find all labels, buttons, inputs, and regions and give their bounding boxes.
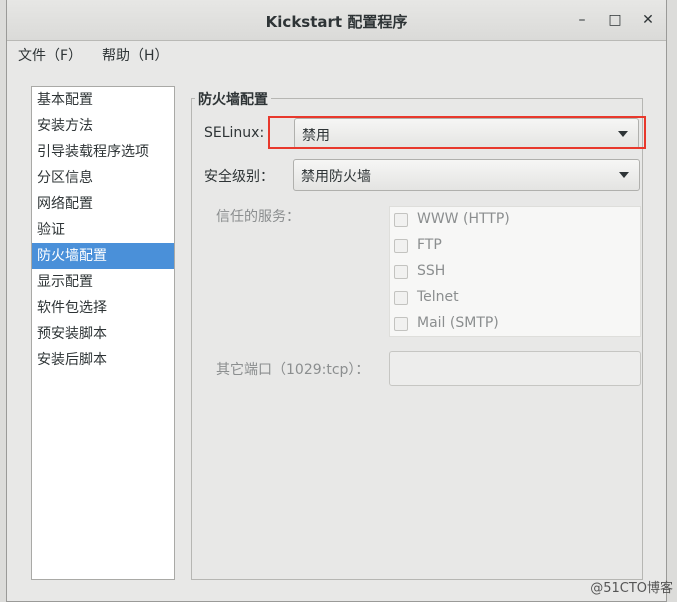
category-list: 基本配置 安装方法 引导装载程序选项 分区信息 网络配置 验证 防火墙配置 显示… [31,86,175,580]
nav-package-selection[interactable]: 软件包选择 [32,295,174,321]
service-label: FTP [417,237,442,253]
nav-install-method[interactable]: 安装方法 [32,113,174,139]
service-ftp[interactable]: FTP [390,234,640,260]
checkbox[interactable] [394,291,408,305]
window-title: Kickstart 配置程序 [265,13,408,31]
title-bar[interactable]: Kickstart 配置程序 – □ ✕ [7,0,666,41]
close-button[interactable]: ✕ [638,10,658,30]
nav-bootloader-options[interactable]: 引导装载程序选项 [32,139,174,165]
checkbox[interactable] [394,213,408,227]
menu-file[interactable]: 文件（F） [18,45,82,65]
nav-authentication[interactable]: 验证 [32,217,174,243]
trusted-services-list: WWW (HTTP) FTP SSH Telnet Mail (SMTP) [389,206,641,337]
trusted-services-label: 信任的服务： [216,209,300,225]
service-label: SSH [417,263,446,279]
other-ports-input[interactable] [389,351,641,386]
annotation-highlight-box [268,116,646,149]
service-mail[interactable]: Mail (SMTP) [390,312,640,338]
nav-post-install-script[interactable]: 安装后脚本 [32,347,174,373]
security-level-dropdown[interactable]: 禁用防火墙 [293,159,640,191]
security-level-value: 禁用防火墙 [301,169,371,185]
nav-basic-config[interactable]: 基本配置 [32,87,174,113]
chevron-down-icon [619,172,629,178]
service-telnet[interactable]: Telnet [390,286,640,312]
checkbox[interactable] [394,317,408,331]
nav-partition-info[interactable]: 分区信息 [32,165,174,191]
service-www[interactable]: WWW (HTTP) [390,208,640,234]
minimize-button[interactable]: – [572,10,592,30]
kickstart-window: Kickstart 配置程序 – □ ✕ 文件（F） 帮助（H） 基本配置 安装… [6,0,667,602]
other-ports-label: 其它端口（1029:tcp）： [216,362,370,378]
section-title: 防火墙配置 [195,89,271,109]
service-label: WWW (HTTP) [417,211,510,227]
service-label: Telnet [417,289,459,305]
security-level-label: 安全级别： [204,169,274,185]
nav-network-config[interactable]: 网络配置 [32,191,174,217]
nav-pre-install-script[interactable]: 预安装脚本 [32,321,174,347]
service-label: Mail (SMTP) [417,315,499,331]
watermark: @51CTO博客 [590,581,673,596]
checkbox[interactable] [394,265,408,279]
maximize-button[interactable]: □ [605,10,625,30]
checkbox[interactable] [394,239,408,253]
nav-firewall-config[interactable]: 防火墙配置 [32,243,174,269]
service-ssh[interactable]: SSH [390,260,640,286]
selinux-label: SELinux: [204,125,265,141]
menu-bar: 文件（F） 帮助（H） [7,41,666,69]
menu-help[interactable]: 帮助（H） [102,45,169,65]
nav-display-config[interactable]: 显示配置 [32,269,174,295]
